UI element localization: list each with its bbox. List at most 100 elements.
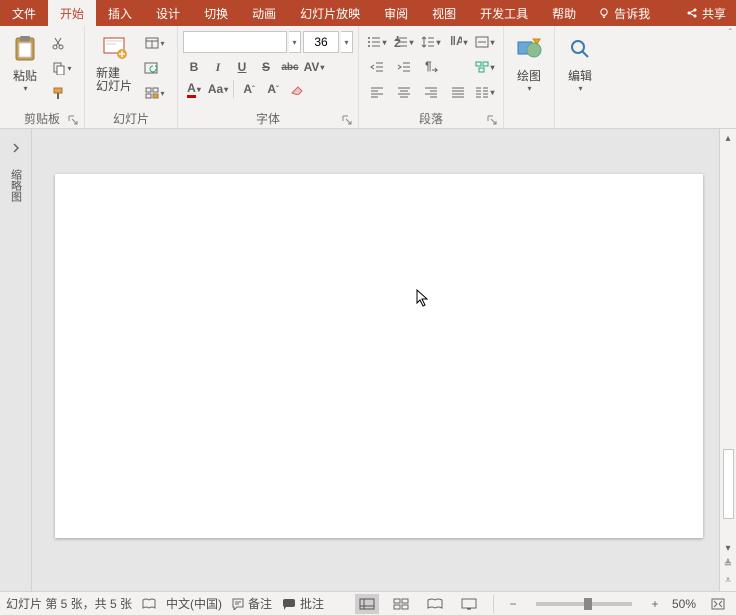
- tab-developer[interactable]: 开发工具: [468, 0, 540, 26]
- clipboard-dialog-launcher[interactable]: [67, 114, 79, 126]
- spellcheck-status[interactable]: [142, 598, 156, 610]
- tab-insert[interactable]: 插入: [96, 0, 144, 26]
- language-status[interactable]: 中文(中国): [166, 595, 222, 612]
- indent-icon: [397, 61, 411, 73]
- font-dialog-launcher[interactable]: [341, 114, 353, 126]
- bold-button[interactable]: B: [183, 56, 205, 78]
- scroll-down-arrow[interactable]: ▾: [721, 541, 735, 555]
- text-direction-button[interactable]: ‖A▾: [445, 31, 471, 53]
- group-paragraph: ▾ 12▾ ▾ ‖A▾ ▾ ¶ ▾ ▾ 段落: [359, 26, 504, 128]
- normal-view-button[interactable]: [355, 594, 379, 614]
- zoom-slider-knob[interactable]: [584, 598, 592, 610]
- outdent-icon: [370, 61, 384, 73]
- line-spacing-button[interactable]: ▾: [418, 31, 444, 53]
- underline-button[interactable]: U: [231, 56, 253, 78]
- italic-button[interactable]: I: [207, 56, 229, 78]
- strikethrough-button[interactable]: S: [255, 56, 277, 78]
- ribbon: ˆ 粘贴 ▾ ▾ 剪贴板: [0, 26, 736, 129]
- justify-button[interactable]: [445, 81, 471, 103]
- editing-button[interactable]: 编辑 ▾: [560, 29, 600, 93]
- reading-view-button[interactable]: [423, 594, 447, 614]
- zoom-in-button[interactable]: +: [648, 597, 662, 611]
- tab-review[interactable]: 审阅: [372, 0, 420, 26]
- decrease-font-button[interactable]: Aˇ: [262, 78, 284, 100]
- fit-to-window-button[interactable]: [706, 594, 730, 614]
- expand-thumbnails-button[interactable]: [7, 139, 25, 157]
- decrease-indent-button[interactable]: [364, 56, 390, 78]
- text-direction-icon: ‖A: [448, 36, 462, 48]
- scroll-up-arrow[interactable]: ▴: [721, 131, 735, 145]
- svg-text:¶: ¶: [425, 61, 432, 73]
- dropdown-caret-icon: ▾: [578, 84, 582, 93]
- tab-transitions[interactable]: 切换: [192, 0, 240, 26]
- linespacing-icon: [421, 36, 435, 48]
- drawing-button[interactable]: 绘图 ▾: [509, 29, 549, 93]
- tell-me-search[interactable]: 告诉我: [588, 0, 660, 26]
- tab-design[interactable]: 设计: [144, 0, 192, 26]
- comments-button[interactable]: 批注: [282, 595, 324, 612]
- columns-icon: [475, 86, 489, 98]
- format-painter-button[interactable]: [47, 82, 69, 104]
- prev-slide-arrow[interactable]: ≜: [721, 557, 735, 571]
- paste-button[interactable]: 粘贴 ▾: [5, 29, 45, 93]
- collapse-ribbon-icon[interactable]: ˆ: [729, 28, 732, 39]
- columns-button[interactable]: ▾: [472, 81, 498, 103]
- zoom-level[interactable]: 50%: [672, 597, 696, 611]
- font-size-combo[interactable]: 36: [303, 31, 339, 53]
- change-case-button[interactable]: Aa▾: [207, 78, 229, 100]
- scrollbar-thumb[interactable]: [723, 449, 734, 519]
- align-text-button[interactable]: ▾: [472, 31, 498, 53]
- copy-button[interactable]: ▾: [47, 57, 77, 79]
- tab-home[interactable]: 开始: [48, 0, 96, 26]
- ltr-button[interactable]: ¶: [418, 56, 444, 78]
- comments-icon: [282, 598, 296, 610]
- slide-canvas[interactable]: [55, 174, 703, 538]
- smartart-button[interactable]: ▾: [472, 56, 498, 78]
- slideshow-view-button[interactable]: [457, 594, 481, 614]
- next-slide-arrow[interactable]: ⩡: [721, 573, 735, 587]
- new-slide-button[interactable]: 新建 幻灯片: [90, 29, 138, 93]
- scissors-icon: [51, 36, 65, 50]
- tab-help[interactable]: 帮助: [540, 0, 588, 26]
- align-right-button[interactable]: [418, 81, 444, 103]
- zoom-slider[interactable]: [536, 602, 632, 606]
- char-spacing-button[interactable]: AV▾: [303, 56, 325, 78]
- svg-text:‖A: ‖A: [450, 36, 462, 48]
- tab-slideshow[interactable]: 幻灯片放映: [288, 0, 372, 26]
- bullets-button[interactable]: ▾: [364, 31, 390, 53]
- paragraph-dialog-launcher[interactable]: [486, 114, 498, 126]
- slide-sorter-view-button[interactable]: [389, 594, 413, 614]
- slide-layout-button[interactable]: ▾: [140, 32, 170, 54]
- clear-formatting-button[interactable]: [286, 78, 308, 100]
- numbering-button[interactable]: 12▾: [391, 31, 417, 53]
- align-center-icon: [397, 86, 411, 98]
- font-name-combo[interactable]: [183, 31, 287, 53]
- align-center-button[interactable]: [391, 81, 417, 103]
- shapes-icon: [513, 33, 545, 65]
- align-left-button[interactable]: [364, 81, 390, 103]
- increase-indent-button[interactable]: [391, 56, 417, 78]
- slide-indicator[interactable]: 幻灯片 第 5 张，共 5 张: [6, 595, 132, 612]
- group-paragraph-label: 段落: [419, 112, 443, 126]
- group-font: ▾ 36 ▾ B I U S abc AV▾ A▾ Aa▾ Aˆ Aˇ 字体: [178, 26, 359, 128]
- slide-editor[interactable]: ▴ ▾ ≜ ⩡: [32, 129, 736, 591]
- reset-slide-button[interactable]: [140, 57, 162, 79]
- tab-animations[interactable]: 动画: [240, 0, 288, 26]
- cut-button[interactable]: [47, 32, 69, 54]
- section-button[interactable]: ▾: [140, 82, 170, 104]
- text-shadow-button[interactable]: abc: [279, 56, 301, 78]
- tab-file[interactable]: 文件: [0, 0, 48, 26]
- share-button[interactable]: 共享: [676, 0, 736, 26]
- notes-button[interactable]: 备注: [232, 595, 272, 612]
- vertical-scrollbar[interactable]: ▴ ▾ ≜ ⩡: [719, 129, 736, 591]
- font-size-dropdown[interactable]: ▾: [341, 31, 353, 53]
- editing-label: 编辑: [568, 67, 592, 84]
- eraser-icon: [290, 83, 304, 95]
- increase-font-button[interactable]: Aˆ: [238, 78, 260, 100]
- group-clipboard: 粘贴 ▾ ▾ 剪贴板: [0, 26, 85, 128]
- zoom-out-button[interactable]: −: [506, 597, 520, 611]
- tab-view[interactable]: 视图: [420, 0, 468, 26]
- font-name-dropdown[interactable]: ▾: [289, 31, 301, 53]
- clipboard-icon: [9, 33, 41, 65]
- font-color-button[interactable]: A▾: [183, 78, 205, 100]
